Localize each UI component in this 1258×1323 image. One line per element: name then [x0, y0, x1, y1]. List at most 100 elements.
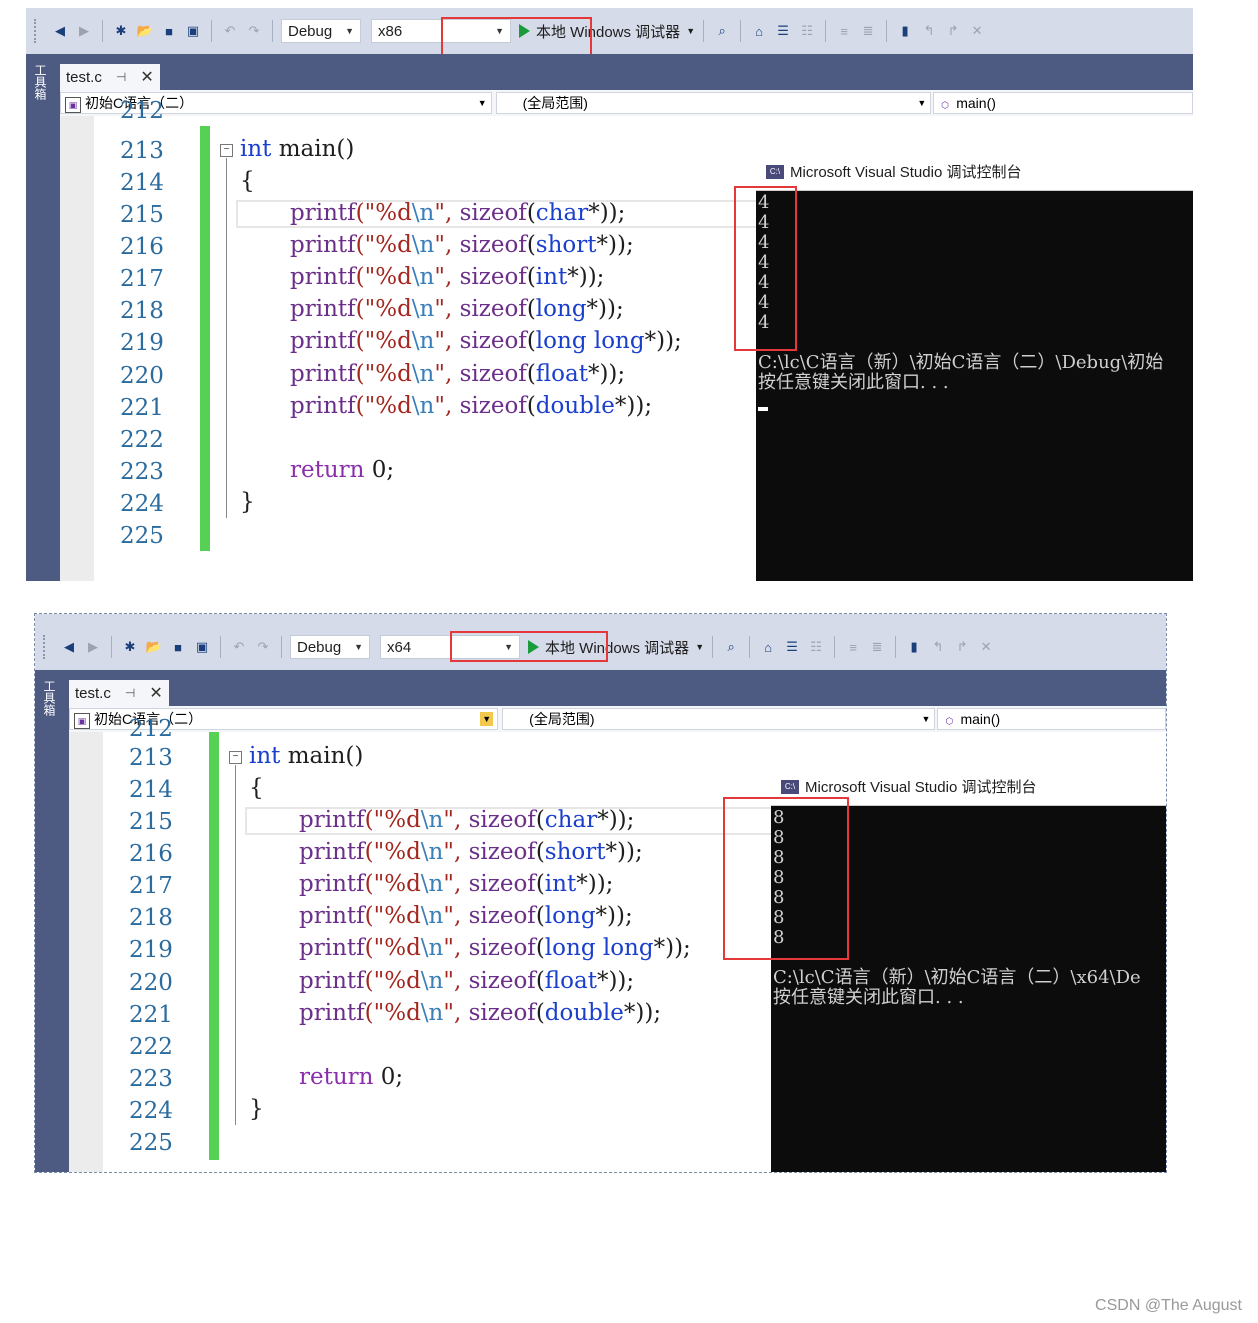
comment-icon[interactable]: ≡: [834, 21, 854, 41]
bookmark-icon[interactable]: ▮: [904, 637, 924, 657]
toolbox-label: 工具箱: [42, 680, 56, 716]
find-icon[interactable]: ⌕: [721, 637, 741, 657]
find-icon[interactable]: ⌕: [712, 21, 732, 41]
next-bookmark-icon[interactable]: ↱: [952, 637, 972, 657]
separator: [825, 20, 827, 42]
open-folder-icon[interactable]: 📂: [135, 21, 155, 41]
comment-icon[interactable]: ≡: [843, 637, 863, 657]
console-icon: C:\: [766, 164, 784, 179]
line-number: 221: [120, 395, 164, 421]
console-path-line: C:\lc\C语言（新）\初始C语言（二）\x64\De: [773, 967, 1141, 988]
pin-icon[interactable]: ⊣: [116, 70, 126, 84]
code-line: return 0;: [290, 457, 395, 483]
back-icon[interactable]: ◀: [59, 637, 79, 657]
code-line: }: [249, 1096, 264, 1122]
line-number: 213: [129, 745, 173, 771]
function-dropdown[interactable]: ⬡ main(): [933, 92, 1193, 114]
open-folder-icon[interactable]: 📂: [144, 637, 164, 657]
toolbox-strip[interactable]: 工具箱: [35, 670, 69, 1172]
save-all-icon[interactable]: ▣: [192, 637, 212, 657]
forward-icon[interactable]: ▶: [74, 21, 94, 41]
close-icon[interactable]: ✕: [140, 67, 153, 87]
undo-icon[interactable]: ↶: [220, 21, 240, 41]
outdent-icon[interactable]: ☷: [797, 21, 817, 41]
line-number: 215: [129, 809, 173, 835]
code-line: printf("%d\n", sizeof(int*));: [299, 871, 614, 897]
save-icon[interactable]: ■: [159, 21, 179, 41]
indent-icon[interactable]: ☰: [782, 637, 802, 657]
toolbar-top-edge: [35, 614, 1166, 624]
chevron-down-icon: ▼: [477, 98, 487, 108]
tab-test-c[interactable]: test.c ⊣ ✕: [60, 64, 160, 90]
change-tracking-bar: [209, 732, 219, 1160]
code-editor[interactable]: 212 213 214 215 216 217 218 219 220 221 …: [60, 98, 1193, 581]
line-number: 223: [129, 1066, 173, 1092]
code-editor[interactable]: 212 213 214 215 216 217 218 219 220 221 …: [69, 716, 1166, 1172]
save-icon[interactable]: ■: [168, 637, 188, 657]
scope-dropdown[interactable]: (全局范围) ▼: [495, 92, 932, 114]
separator: [111, 636, 112, 658]
redo-icon[interactable]: ↷: [244, 21, 264, 41]
line-number: 217: [129, 873, 173, 899]
line-number: 212: [129, 716, 173, 742]
uncomment-icon[interactable]: ≣: [867, 637, 887, 657]
forward-icon[interactable]: ▶: [83, 637, 103, 657]
chevron-down-icon: ▼: [480, 712, 494, 726]
pin-icon[interactable]: ⊣: [125, 686, 135, 700]
vs-window-x64: ◀ ▶ ✱ 📂 ■ ▣ ↶ ↷ Debug ▼ x64 ▼ 本地 Windows 调…: [34, 613, 1167, 1173]
indent-icon[interactable]: ☰: [773, 21, 793, 41]
config-dropdown[interactable]: Debug ▼: [290, 635, 370, 659]
line-number: 220: [129, 970, 173, 996]
close-icon[interactable]: ✕: [149, 683, 162, 703]
undo-icon[interactable]: ↶: [229, 637, 249, 657]
console-title: Microsoft Visual Studio 调试控制台: [790, 164, 1022, 181]
line-number: 225: [129, 1130, 173, 1156]
config-dropdown[interactable]: Debug ▼: [281, 19, 361, 43]
function-dropdown[interactable]: ⬡ main(): [937, 708, 1166, 730]
prev-bookmark-icon[interactable]: ↰: [928, 637, 948, 657]
collapse-icon[interactable]: −: [229, 751, 242, 764]
outline-guide: [226, 158, 228, 518]
console-title-bar[interactable]: C:\ Microsoft Visual Studio 调试控制台: [756, 153, 1193, 191]
line-number: 216: [129, 841, 173, 867]
toolbox-strip[interactable]: 工具箱: [26, 54, 60, 581]
code-line: printf("%d\n", sizeof(long long*));: [299, 935, 691, 961]
separator: [895, 636, 897, 658]
chevron-down-icon: ▼: [917, 98, 927, 108]
redo-icon[interactable]: ↷: [253, 637, 273, 657]
back-icon[interactable]: ◀: [50, 21, 70, 41]
bookmark-icon[interactable]: ▮: [895, 21, 915, 41]
new-item-icon[interactable]: ✱: [111, 21, 131, 41]
tab-test-c[interactable]: test.c ⊣ ✕: [69, 680, 169, 706]
code-line: printf("%d\n", sizeof(short*));: [290, 232, 634, 258]
function-name: main(): [960, 710, 1001, 727]
code-line: printf("%d\n", sizeof(int*));: [290, 264, 605, 290]
toolbox-label: 工具箱: [33, 64, 47, 100]
code-line: printf("%d\n", sizeof(char*));: [299, 807, 635, 833]
home-icon[interactable]: ⌂: [749, 21, 769, 41]
scope-dropdown[interactable]: (全局范围) ▼: [502, 708, 936, 730]
scope-name: (全局范围): [522, 95, 588, 111]
debug-console-window[interactable]: C:\ Microsoft Visual Studio 调试控制台 4 4 4 …: [756, 153, 1193, 581]
new-item-icon[interactable]: ✱: [120, 637, 140, 657]
code-line: int main(): [249, 743, 364, 769]
home-icon[interactable]: ⌂: [758, 637, 778, 657]
prev-bookmark-icon[interactable]: ↰: [919, 21, 939, 41]
line-number: 218: [129, 905, 173, 931]
next-bookmark-icon[interactable]: ↱: [943, 21, 963, 41]
toolbar-grip[interactable]: [43, 635, 51, 659]
code-line: {: [249, 775, 264, 801]
chevron-down-icon: ▼: [345, 26, 354, 36]
clear-bookmarks-icon[interactable]: ✕: [976, 637, 996, 657]
collapse-icon[interactable]: −: [220, 144, 233, 157]
toolbar-grip[interactable]: [34, 19, 42, 43]
line-number: 214: [120, 170, 164, 196]
console-title: Microsoft Visual Studio 调试控制台: [805, 779, 1037, 796]
code-line: printf("%d\n", sizeof(float*));: [299, 968, 635, 994]
uncomment-icon[interactable]: ≣: [858, 21, 878, 41]
outdent-icon[interactable]: ☷: [806, 637, 826, 657]
navigation-bar: ▣ 初始C语言（二） ▼ (全局范围) ▼ ⬡ main(): [60, 90, 1193, 117]
clear-bookmarks-icon[interactable]: ✕: [967, 21, 987, 41]
line-number: 219: [129, 937, 173, 963]
save-all-icon[interactable]: ▣: [183, 21, 203, 41]
